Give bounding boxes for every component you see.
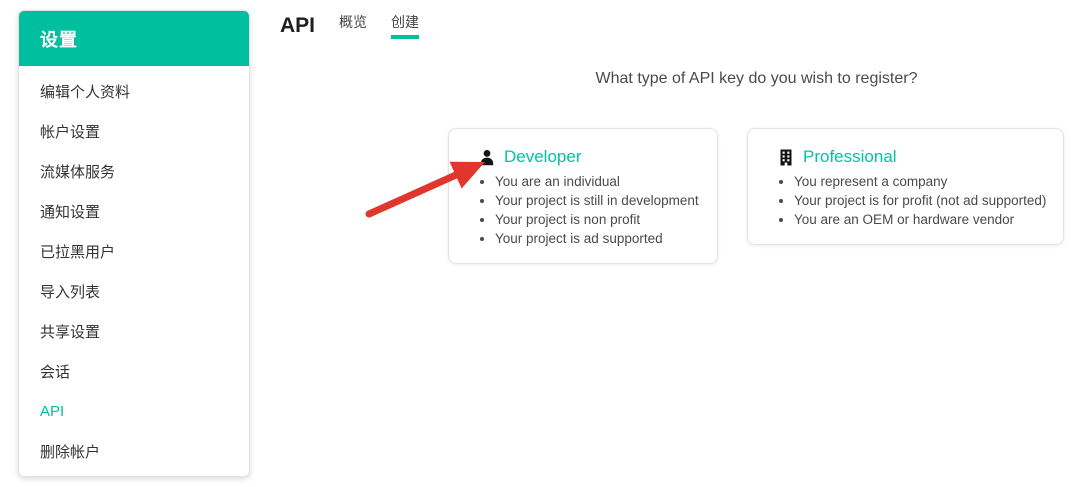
sidebar-item-import-list[interactable]: 导入列表 <box>19 271 249 311</box>
sidebar-item-edit-profile[interactable]: 编辑个人资料 <box>19 71 249 111</box>
sidebar-item-streaming-services[interactable]: 流媒体服务 <box>19 151 249 191</box>
card-bullet: You are an OEM or hardware vendor <box>794 210 1047 229</box>
sidebar-nav: 编辑个人资料 帐户设置 流媒体服务 通知设置 已拉黑用户 导入列表 共享设置 会… <box>19 66 249 471</box>
question-text: What type of API key do you wish to regi… <box>448 70 1065 88</box>
card-bullet: Your project is still in development <box>495 191 701 210</box>
professional-card-title[interactable]: Professional <box>803 147 897 167</box>
building-icon <box>778 149 794 166</box>
tab-overview[interactable]: 概览 <box>339 12 367 39</box>
tab-create[interactable]: 创建 <box>391 12 419 39</box>
professional-card-title-row: Professional <box>764 147 1047 167</box>
developer-card-bullets: You are an individual Your project is st… <box>465 172 701 248</box>
user-icon <box>479 149 495 166</box>
developer-card[interactable]: Developer You are an individual Your pro… <box>448 128 718 264</box>
card-bullet: You are an individual <box>495 172 701 191</box>
settings-sidebar: 设置 编辑个人资料 帐户设置 流媒体服务 通知设置 已拉黑用户 导入列表 共享设… <box>18 10 250 477</box>
developer-card-title[interactable]: Developer <box>504 147 582 167</box>
developer-card-title-row: Developer <box>465 147 701 167</box>
sidebar-item-delete-account[interactable]: 删除帐户 <box>19 431 249 471</box>
professional-card-bullets: You represent a company Your project is … <box>764 172 1047 229</box>
sidebar-item-sharing-settings[interactable]: 共享设置 <box>19 311 249 351</box>
sidebar-item-blocked-users[interactable]: 已拉黑用户 <box>19 231 249 271</box>
sidebar-item-sessions[interactable]: 会话 <box>19 351 249 391</box>
sidebar-item-api[interactable]: API <box>19 391 249 431</box>
card-bullet: Your project is non profit <box>495 210 701 229</box>
professional-card[interactable]: Professional You represent a company You… <box>747 128 1064 245</box>
page-title: API <box>280 13 315 39</box>
sidebar-item-account-settings[interactable]: 帐户设置 <box>19 111 249 151</box>
content-header: API 概览 创建 <box>280 12 419 39</box>
card-bullet: Your project is for profit (not ad suppo… <box>794 191 1047 210</box>
card-bullet: You represent a company <box>794 172 1047 191</box>
sidebar-item-notification-settings[interactable]: 通知设置 <box>19 191 249 231</box>
card-bullet: Your project is ad supported <box>495 229 701 248</box>
sidebar-title: 设置 <box>19 11 249 66</box>
